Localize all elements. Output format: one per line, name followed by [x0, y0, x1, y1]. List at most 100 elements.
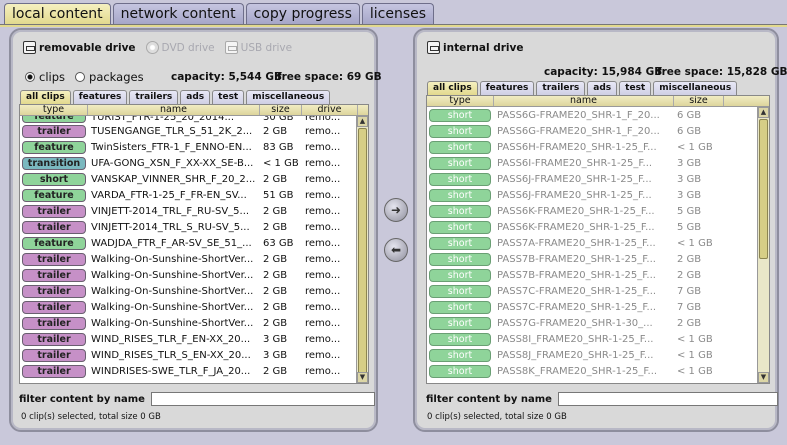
table-row[interactable]: short PASS6H-FRAME20_SHR-1-25_F... < 1 GB [427, 139, 769, 155]
scroll-up-icon[interactable]: ▲ [758, 107, 769, 118]
subtab-trailers[interactable]: trailers [129, 90, 179, 104]
table-row[interactable]: transition UFA-GONG_XSN_F_XX-XX_SE-B... < … [20, 155, 368, 171]
type-cell: trailer [20, 364, 88, 378]
scroll-down-icon[interactable]: ▼ [758, 372, 769, 383]
subtab-test[interactable]: test [619, 81, 652, 95]
tab-licenses[interactable]: licenses [361, 3, 435, 24]
column-type[interactable]: type [427, 96, 494, 106]
copy-to-removable-button[interactable]: ⬅ [384, 238, 408, 262]
source-removable-drive[interactable]: removable drive [23, 41, 136, 54]
subtab-miscellaneous[interactable]: miscellaneous [246, 90, 331, 104]
drive-icon [427, 41, 440, 54]
type-badge: trailer [22, 220, 86, 234]
size-cell: 3 GB [263, 349, 288, 361]
table-row[interactable]: short PASS6K-FRAME20_SHR-1-25_F... 5 GB [427, 219, 769, 235]
table-row[interactable]: trailer VINJETT-2014_TRL_S_RU-SV_5... 2 GB… [20, 219, 368, 235]
name-cell: PASS6H-FRAME20_SHR-1-25_F... [497, 141, 657, 153]
table-row[interactable]: feature WADJDA_FTR_F_AR-SV_SE_51_... 63 GB… [20, 235, 368, 251]
table-row[interactable]: short PASS8K_FRAME20_SHR-1-25_F... < 1 GB [427, 363, 769, 379]
tab-network-content[interactable]: network content [112, 3, 244, 24]
tab-underline [0, 24, 787, 27]
column-size[interactable]: size [674, 96, 724, 106]
subtab-ads[interactable]: ads [587, 81, 618, 95]
table-row[interactable]: short PASS8I_FRAME20_SHR-1-25_F... < 1 GB [427, 331, 769, 347]
tab-copy-progress[interactable]: copy progress [245, 3, 360, 24]
subtab-features[interactable]: features [479, 81, 535, 95]
table-row[interactable]: trailer Walking-On-Sunshine-ShortVer... 2 … [20, 251, 368, 267]
table-row[interactable]: feature TwinSisters_FTR-1_F_ENNO-EN... 83 … [20, 139, 368, 155]
name-cell: PASS6J-FRAME20_SHR-1-25_F... [497, 173, 652, 185]
type-badge: trailer [22, 124, 86, 138]
table-row[interactable]: trailer WIND_RISES_TLR_S_EN-XX_20... 3 GB r… [20, 347, 368, 363]
table-row[interactable]: trailer VINJETT-2014_TRL_F_RU-SV_5... 2 GB… [20, 203, 368, 219]
radio-clips[interactable]: clips [25, 70, 65, 84]
table-row[interactable]: short PASS8J_FRAME20_SHR-1-25_F... < 1 GB [427, 347, 769, 363]
table-row[interactable]: short PASS7C-FRAME20_SHR-1-25_F... 7 GB [427, 299, 769, 315]
filter-input[interactable] [150, 392, 375, 406]
table-row[interactable]: trailer Walking-On-Sunshine-ShortVer... 2 … [20, 283, 368, 299]
type-cell: short [427, 188, 494, 202]
vertical-scrollbar[interactable]: ▲ ▼ [757, 107, 769, 383]
table-row[interactable]: short PASS7A-FRAME20_SHR-1-25_F... < 1 GB [427, 235, 769, 251]
scroll-up-icon[interactable]: ▲ [357, 116, 368, 127]
subtab-all-clips[interactable]: all clips [20, 90, 71, 104]
table-row[interactable]: trailer WIND_RISES_TLR_F_EN-XX_20... 3 GB r… [20, 331, 368, 347]
column-type[interactable]: type [20, 105, 88, 115]
column-name[interactable]: name [494, 96, 674, 106]
subtab-all-clips[interactable]: all clips [427, 81, 478, 95]
column-size[interactable]: size [260, 105, 302, 115]
source-dvd-drive[interactable]: DVD drive [145, 41, 215, 54]
radio-packages[interactable]: packages [75, 70, 144, 84]
source-usb-drive[interactable]: USB drive [224, 41, 292, 54]
name-cell: PASS6J-FRAME20_SHR-1-25_F... [497, 189, 652, 201]
type-cell: short [20, 172, 88, 186]
table-row[interactable]: trailer Walking-On-Sunshine-ShortVer... 2 … [20, 267, 368, 283]
table-row[interactable]: feature VARDA_FTR-1-25_F_FR-EN_SV... 51 GB… [20, 187, 368, 203]
table-row[interactable]: trailer Walking-On-Sunshine-ShortVer... 2 … [20, 299, 368, 315]
subtab-features[interactable]: features [72, 90, 128, 104]
copy-to-internal-button[interactable]: ➜ [384, 198, 408, 222]
scroll-down-icon[interactable]: ▼ [357, 372, 368, 383]
scroll-thumb[interactable] [759, 119, 768, 259]
table-row[interactable]: short VANSKAP_VINNER_SHR_F_20_2... 2 GB rem… [20, 171, 368, 187]
name-cell: VANSKAP_VINNER_SHR_F_20_2... [91, 173, 256, 185]
drive-cell: remo... [305, 221, 341, 233]
type-badge: feature [22, 236, 86, 250]
table-row[interactable]: short PASS7B-FRAME20_SHR-1-25_F... 2 GB [427, 267, 769, 283]
table-row[interactable]: short PASS7B-FRAME20_SHR-1-25_F... 2 GB [427, 251, 769, 267]
column-drive[interactable]: drive [302, 105, 358, 115]
drive-icon [23, 41, 36, 54]
vertical-scrollbar[interactable]: ▲ ▼ [356, 116, 368, 383]
table-row[interactable]: short PASS7C-FRAME20_SHR-1-25_F... 7 GB [427, 283, 769, 299]
table-row[interactable]: short PASS6G-FRAME20_SHR-1_F_20... 6 GB [427, 107, 769, 123]
subtab-miscellaneous[interactable]: miscellaneous [653, 81, 738, 95]
subtab-test[interactable]: test [212, 90, 245, 104]
tab-local-content[interactable]: local content [4, 3, 111, 24]
filter-input[interactable] [557, 392, 778, 406]
type-badge: feature [22, 140, 86, 154]
size-cell: 2 GB [263, 365, 288, 377]
size-cell: 6 GB [677, 109, 702, 121]
table-row[interactable]: trailer TUSENGANGE_TLR_S_51_2K_2... 2 GB re… [20, 123, 368, 139]
table-row[interactable]: short PASS7G-FRAME20_SHR-1-30_... 2 GB [427, 315, 769, 331]
table-row[interactable]: feature TURIST_FTR-1-25_20_2014... 30 GB re… [20, 116, 368, 123]
table-row[interactable]: trailer Walking-On-Sunshine-ShortVer... 2 … [20, 315, 368, 331]
type-cell: short [427, 300, 494, 314]
column-name[interactable]: name [88, 105, 260, 115]
subtab-ads[interactable]: ads [180, 90, 211, 104]
subtab-trailers[interactable]: trailers [536, 81, 586, 95]
table-row[interactable]: short PASS6K-FRAME20_SHR-1-25_F... 5 GB [427, 203, 769, 219]
size-cell: 2 GB [677, 317, 702, 329]
table-row[interactable]: short PASS6G-FRAME20_SHR-1_F_20... 6 GB [427, 123, 769, 139]
table-row[interactable]: short PASS6J-FRAME20_SHR-1-25_F... 3 GB [427, 171, 769, 187]
name-cell: PASS7B-FRAME20_SHR-1-25_F... [497, 269, 656, 281]
type-cell: trailer [20, 252, 88, 266]
drive-cell: remo... [305, 317, 341, 329]
table-row[interactable]: trailer WINDRISES-SWE_TLR_F_JA_20... 2 GB r… [20, 363, 368, 379]
source-internal-drive[interactable]: internal drive [427, 41, 523, 54]
table-row[interactable]: short PASS6I-FRAME20_SHR-1-25_F... 3 GB [427, 155, 769, 171]
type-badge: trailer [22, 316, 86, 330]
scroll-thumb[interactable] [358, 128, 367, 374]
table-row[interactable]: short PASS6J-FRAME20_SHR-1-25_F... 3 GB [427, 187, 769, 203]
type-badge: short [429, 236, 491, 250]
